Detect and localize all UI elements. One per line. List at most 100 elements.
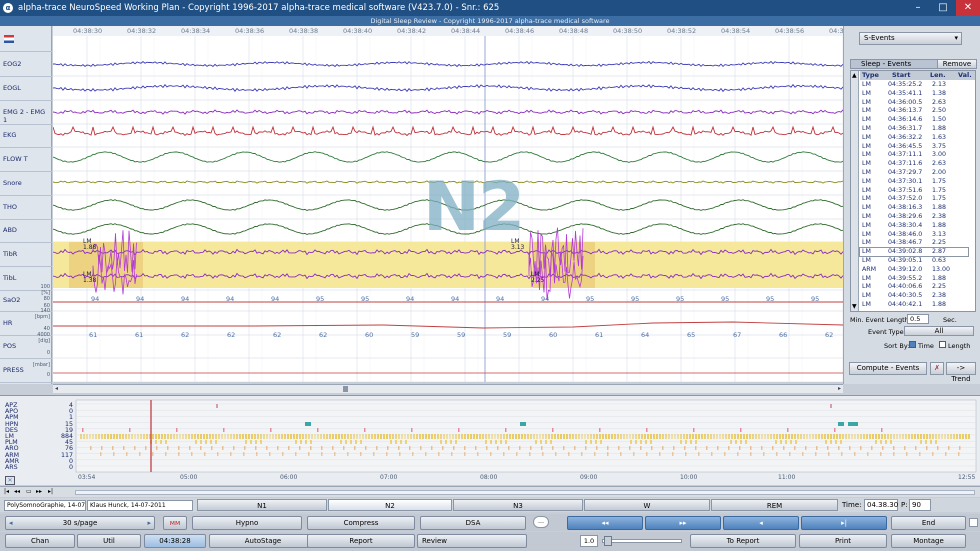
table-row[interactable]: LM 04:38:30.4 1.88 <box>860 222 968 230</box>
lm-marker[interactable]: LM 2.25 <box>531 272 544 284</box>
zoom-slider[interactable] <box>602 539 682 543</box>
util-button[interactable]: Util <box>77 534 141 548</box>
channel-label[interactable]: ABD <box>3 226 17 234</box>
table-row[interactable]: LM 04:36:32.2 1.63 <box>860 134 968 142</box>
table-row[interactable]: LM 04:40:30.5 2.38 <box>860 292 968 300</box>
end-checkbox[interactable] <box>969 518 978 527</box>
lm-marker[interactable]: LM 1.88 <box>83 239 96 251</box>
channel-label[interactable]: SaO2 <box>3 296 20 304</box>
table-row[interactable]: LM 04:38:29.6 2.38 <box>860 213 968 221</box>
lm-marker[interactable]: LM 1.38 <box>83 272 96 284</box>
channel-label[interactable]: EOG2 <box>3 60 21 68</box>
speed-select[interactable]: 30 s/page ◂ ▸ <box>5 516 155 530</box>
sort-time-checkbox[interactable] <box>909 341 916 348</box>
stage-w-button[interactable]: W <box>584 499 710 511</box>
nav-first-icon[interactable]: |◂ <box>4 488 9 495</box>
remove-button[interactable]: Remove <box>937 59 977 69</box>
channel-label[interactable]: EMG 2 - EMG 1 <box>3 108 51 124</box>
clock-display[interactable]: 04:38:28 <box>144 534 206 548</box>
table-row[interactable]: LM 04:38:46.7 2.25 <box>860 239 968 247</box>
table-scrollbar[interactable]: ▲ ▼ <box>851 71 859 312</box>
nav-back-button[interactable]: ◂ <box>723 516 799 530</box>
table-row[interactable]: LM 04:37:30.1 1.75 <box>860 178 968 186</box>
stage-n1-button[interactable]: N1 <box>197 499 327 511</box>
hypno-button[interactable]: Hypno <box>192 516 302 530</box>
montage-button[interactable]: Montage <box>891 534 966 548</box>
trend-button[interactable]: -> Trend <box>946 362 976 375</box>
nav-prev-icon[interactable]: ◂◂ <box>14 488 20 495</box>
nav-forward-fast-button[interactable]: ▸▸ <box>645 516 721 530</box>
chan-button[interactable]: Chan <box>5 534 75 548</box>
compress-button[interactable]: Compress <box>307 516 415 530</box>
event-type-dropdown[interactable]: S-Events ▾ <box>859 32 962 45</box>
page-field[interactable]: 90 <box>909 499 931 511</box>
table-row[interactable]: LM 04:37:11.6 2.63 <box>860 160 968 168</box>
table-row[interactable]: LM 04:36:00.5 2.63 <box>860 99 968 107</box>
overview-track[interactable] <box>75 490 975 495</box>
channel-label[interactable]: Snore <box>3 179 22 187</box>
flag-icon[interactable] <box>4 35 14 43</box>
zoom-slider-thumb[interactable] <box>604 536 612 546</box>
stage-rem-button[interactable]: REM <box>711 499 838 511</box>
nav-next-icon[interactable]: ▸▸ <box>36 488 42 495</box>
table-row[interactable]: LM 04:39:05.1 0.63 <box>860 257 968 265</box>
scroll-left-icon[interactable]: ◂ <box>55 385 58 392</box>
zoom-field[interactable]: 1.0 <box>580 535 598 547</box>
channel-label[interactable]: POS <box>3 342 16 350</box>
table-row[interactable]: LM 04:38:16.3 1.88 <box>860 204 968 212</box>
min-event-length-input[interactable]: 0.5 <box>907 314 929 324</box>
channel-label[interactable]: THO <box>3 203 17 211</box>
nav-end-button[interactable]: ▸| <box>801 516 887 530</box>
scroll-right-icon[interactable]: ▸ <box>838 385 841 392</box>
review-button[interactable]: Review <box>417 534 527 548</box>
signal-plot-area[interactable]: N2 LM 1.88 LM 1.38 LM 3.13 LM 2.25 94 94 94 94 94 95 9… <box>53 36 843 382</box>
print-button[interactable]: Print <box>799 534 887 548</box>
channel-label[interactable]: PRESS <box>3 366 24 374</box>
table-row[interactable]: LM 04:36:14.6 1.50 <box>860 116 968 124</box>
overview-tool-icon[interactable]: ✕ <box>5 476 15 485</box>
stage-n2-button[interactable]: N2 <box>328 499 452 511</box>
scroll-up-icon[interactable]: ▲ <box>852 72 857 79</box>
table-row[interactable]: LM 04:40:06.6 2.25 <box>860 283 968 291</box>
channel-label[interactable]: EOGL <box>3 84 21 92</box>
speed-down-icon[interactable]: ◂ <box>9 517 13 529</box>
event-types-select[interactable]: All <box>904 326 974 336</box>
nav-back-fast-button[interactable]: ◂◂ <box>567 516 643 530</box>
table-row[interactable]: LM 04:37:29.7 2.00 <box>860 169 968 177</box>
table-row[interactable]: LM 04:38:46.0 3.13 <box>860 231 968 239</box>
table-row[interactable]: LM 04:35:25.2 2.13 <box>860 81 968 89</box>
table-row[interactable]: ARM 04:39:12.0 13.00 <box>860 266 968 274</box>
table-row[interactable]: LM 04:37:11.1 3.00 <box>860 151 968 159</box>
maximize-button[interactable]: □ <box>931 0 955 16</box>
report-button[interactable]: Report <box>307 534 415 548</box>
table-row[interactable]: LM 04:36:45.5 3.75 <box>860 143 968 151</box>
channel-label[interactable]: FLOW T <box>3 155 28 163</box>
time-field[interactable]: 04.38.30 <box>864 499 898 511</box>
table-row[interactable]: LM 04:37:52.0 1.75 <box>860 195 968 203</box>
close-button[interactable]: ✕ <box>956 0 980 16</box>
table-row[interactable]: LM 04:36:31.7 1.88 <box>860 125 968 133</box>
compute-events-button[interactable]: Compute - Events <box>849 362 927 375</box>
channel-label[interactable]: HR <box>3 319 12 327</box>
lm-marker[interactable]: LM 3.13 <box>511 239 524 251</box>
end-button[interactable]: End <box>891 516 966 530</box>
channel-label[interactable]: EKG <box>3 131 16 139</box>
table-row[interactable]: LM 04:36:13.7 2.50 <box>860 107 968 115</box>
table-row[interactable]: LM 04:39:55.2 1.88 <box>860 275 968 283</box>
event-overview-panel[interactable]: APZ 4 APO 0 APM 1 HPN 15 DES 19 LM 884 PLM 45 ARO 76 ARM… <box>0 395 980 485</box>
channel-label[interactable]: TibR <box>3 250 17 258</box>
horizontal-scrollbar[interactable]: ◂ ▸ <box>53 384 843 393</box>
scroll-down-icon[interactable]: ▼ <box>852 303 857 310</box>
nav-last-icon[interactable]: ▸| <box>48 488 53 495</box>
table-row[interactable]: LM 04:35:41.1 1.38 <box>860 90 968 98</box>
comment-icon[interactable]: … <box>533 516 549 528</box>
to-report-button[interactable]: To Report <box>690 534 796 548</box>
nav-zoom-icon[interactable]: ▭ <box>26 488 32 495</box>
scroll-thumb[interactable] <box>343 386 348 392</box>
stage-n3-button[interactable]: N3 <box>453 499 583 511</box>
dsa-button[interactable]: DSA <box>420 516 526 530</box>
autostage-button[interactable]: AutoStage <box>209 534 317 548</box>
table-row[interactable]: LM 04:39:02.8 2.87 <box>860 248 968 256</box>
speed-up-icon[interactable]: ▸ <box>147 517 151 529</box>
sort-length-checkbox[interactable] <box>939 341 946 348</box>
